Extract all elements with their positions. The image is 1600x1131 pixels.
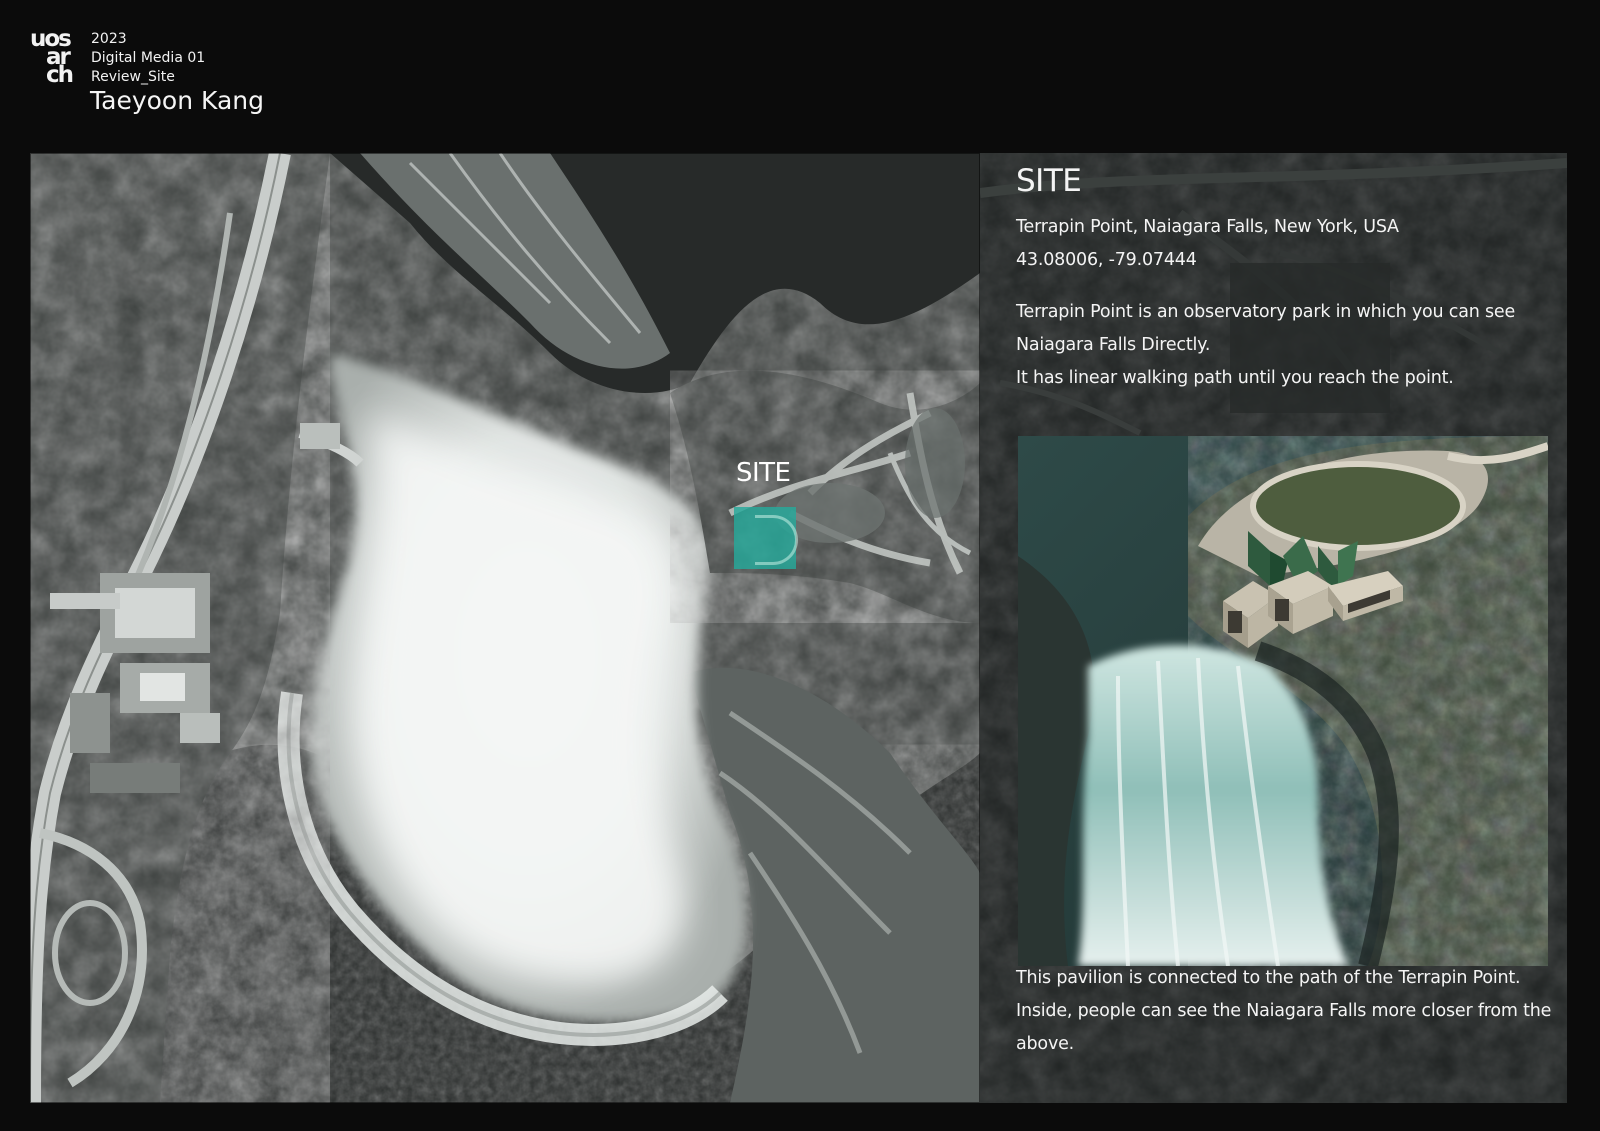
footer-line: above. xyxy=(1016,1034,1075,1054)
description-line: Terrapin Point is an observatory park in… xyxy=(1016,302,1516,322)
header-year: 2023 xyxy=(91,31,127,47)
uosarch-logo: uos ar ch xyxy=(30,28,82,88)
site-coordinates: 43.08006, -79.07444 xyxy=(1016,250,1197,270)
pavilion-render xyxy=(1018,436,1548,966)
site-info-panel: SITE Terrapin Point, Naiagara Falls, New… xyxy=(980,153,1567,1103)
pavilion-render-image xyxy=(1018,436,1548,966)
aerial-photo xyxy=(30,153,980,1103)
site-marker xyxy=(734,507,798,569)
map-site-label: SITE xyxy=(736,458,791,488)
header-review: Review_Site xyxy=(91,69,175,85)
aerial-site-map: SITE xyxy=(30,153,980,1103)
logo-line-3: ch xyxy=(46,62,74,88)
description-line: Naiagara Falls Directly. xyxy=(1016,335,1211,355)
header-meta: 2023 Digital Media 01 Review_Site xyxy=(91,30,205,87)
site-location: Terrapin Point, Naiagara Falls, New York… xyxy=(1016,217,1399,237)
header-course: Digital Media 01 xyxy=(91,50,206,66)
description-line: It has linear walking path until you rea… xyxy=(1016,368,1454,388)
footer-line: Inside, people can see the Naiagara Fall… xyxy=(1016,1001,1552,1021)
author-name: Taeyoon Kang xyxy=(90,86,264,115)
path-arc xyxy=(755,515,798,565)
site-board: SITE SITE Terrapin Point, Naiagara Falls… xyxy=(30,153,1567,1103)
footer-line: This pavilion is connected to the path o… xyxy=(1016,968,1521,988)
info-title: SITE xyxy=(1016,163,1082,199)
